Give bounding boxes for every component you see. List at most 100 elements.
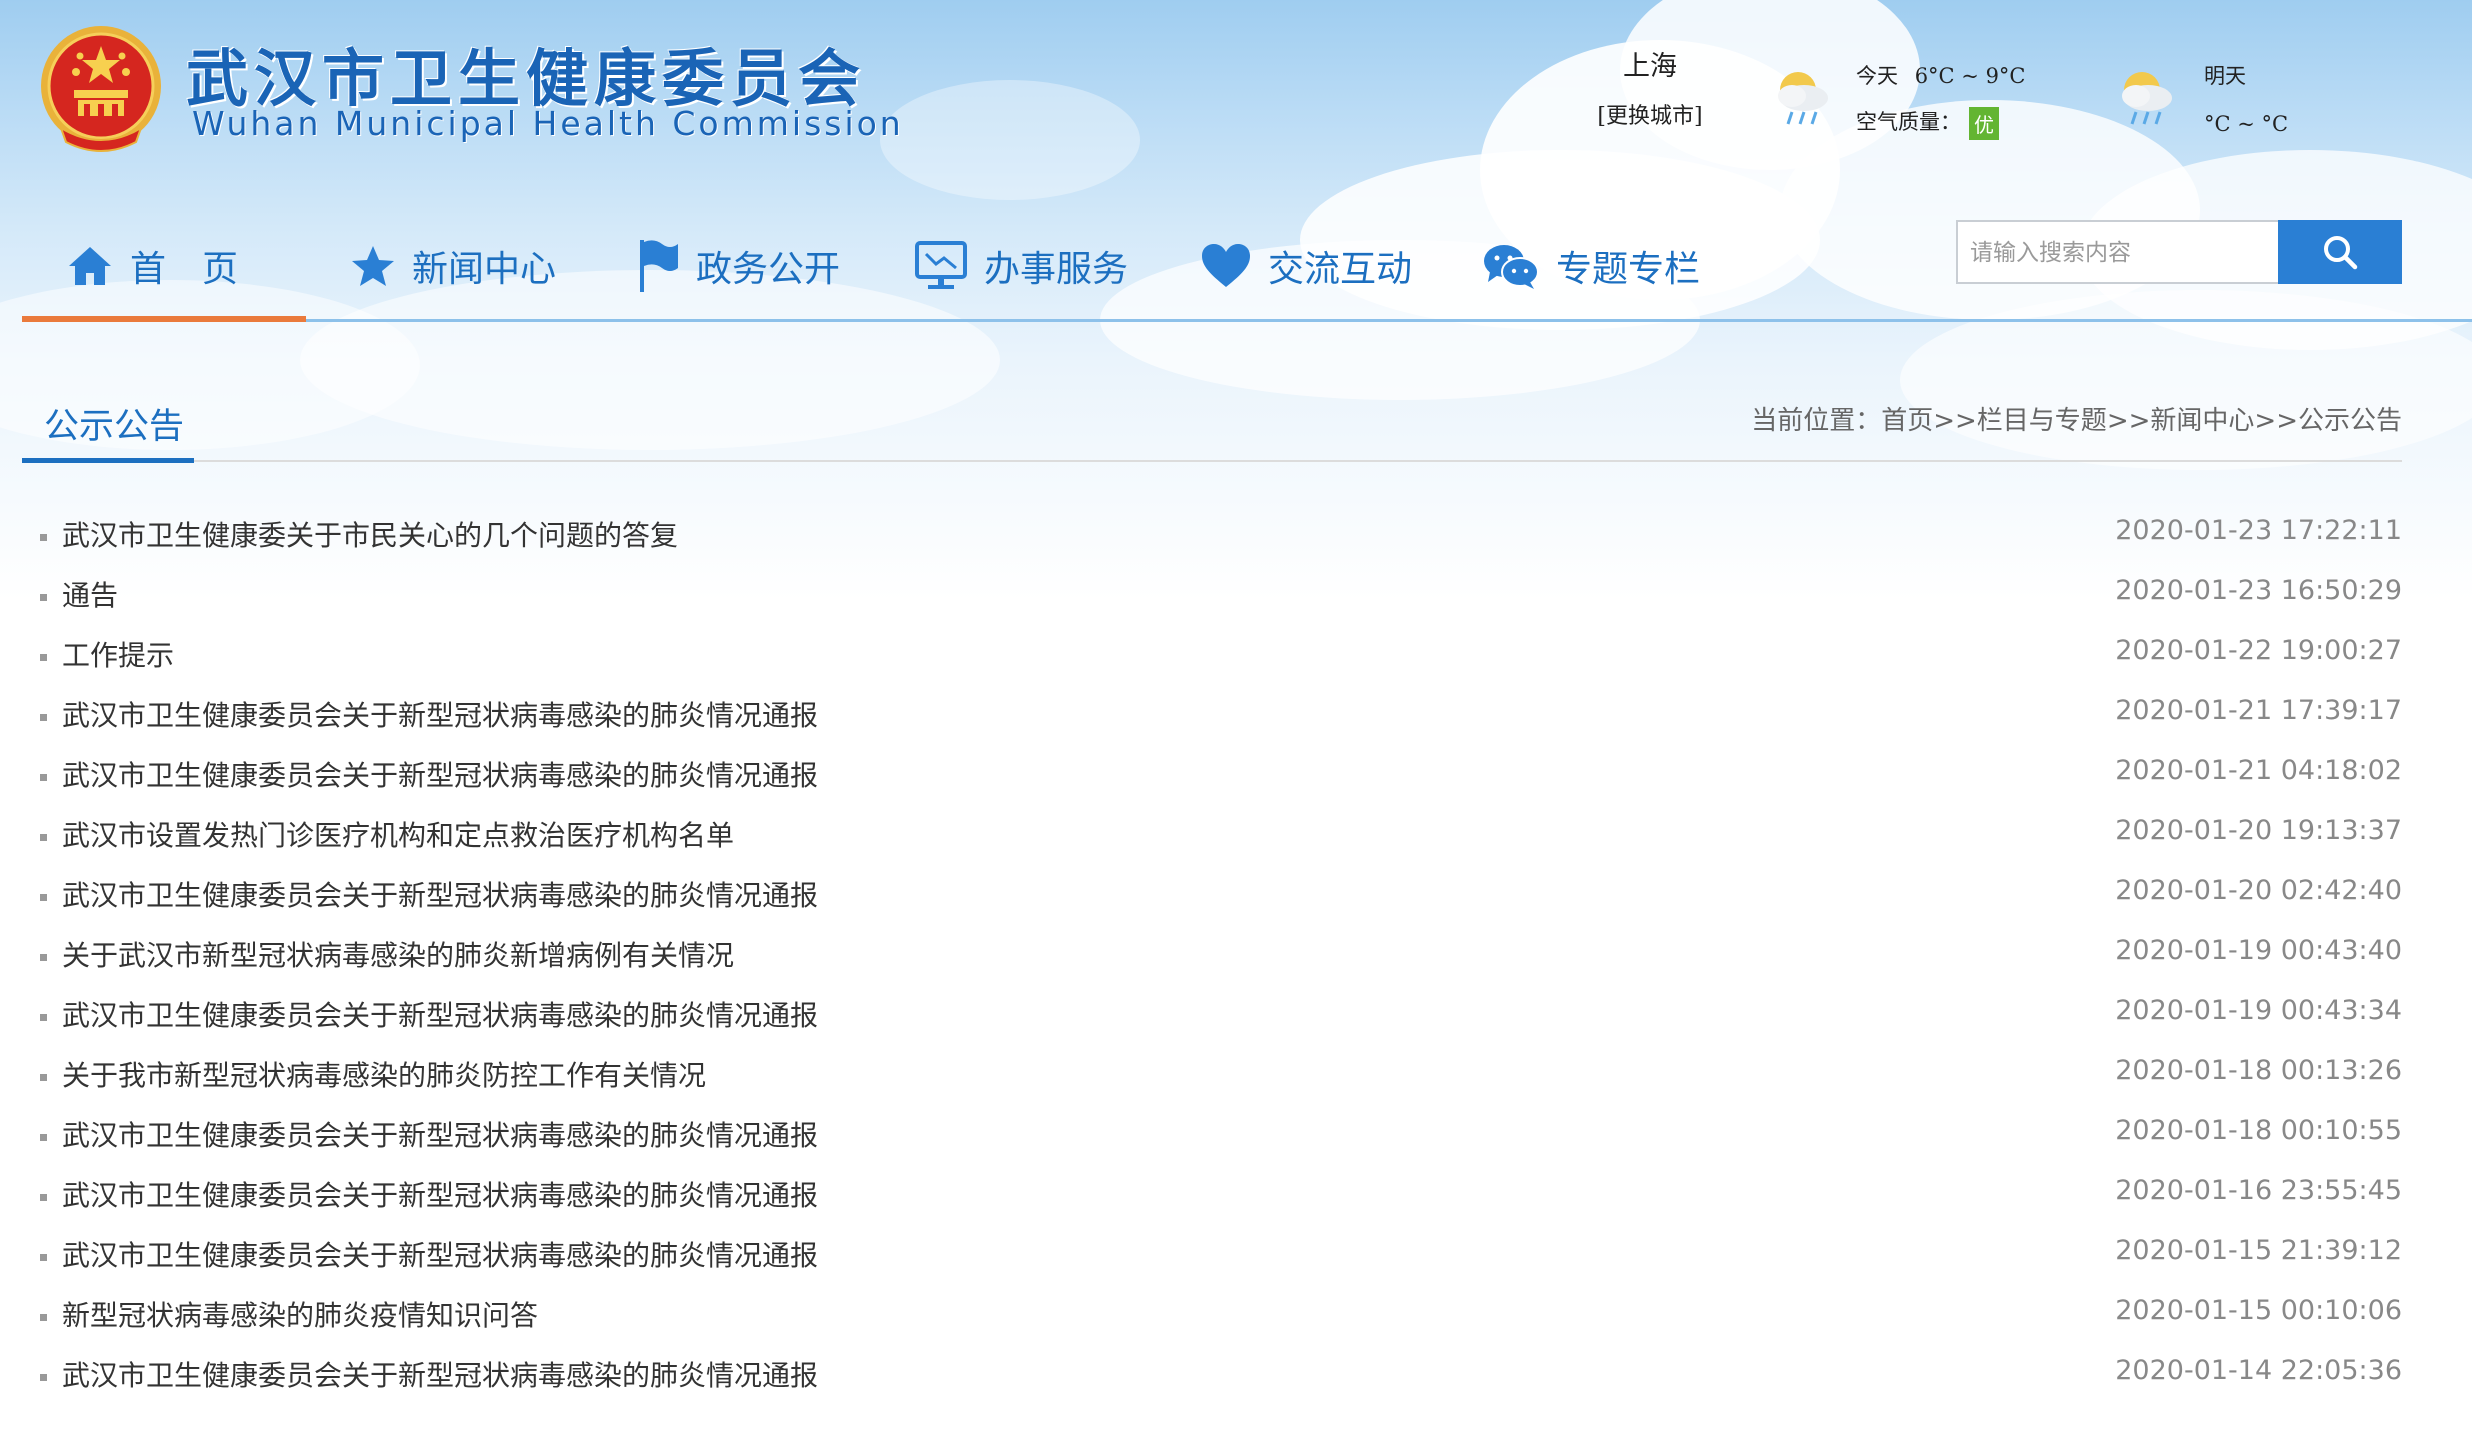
notice-date: 2020-01-23 16:50:29 xyxy=(2115,575,2402,606)
nav-item-label: 新闻中心 xyxy=(412,249,557,290)
bullet xyxy=(40,1134,47,1141)
chat-icon xyxy=(1484,245,1539,289)
page: 武汉市卫生健康委员会 Wuhan Municipal Health Commis… xyxy=(0,0,2472,1440)
home-icon xyxy=(69,247,111,285)
notice-date: 2020-01-19 00:43:40 xyxy=(2115,935,2402,966)
notice-title-link[interactable]: 武汉市卫生健康委员会关于新型冠状病毒感染的肺炎情况通报 xyxy=(62,1114,818,1154)
notice-date: 2020-01-18 00:13:26 xyxy=(2115,1055,2402,1086)
bullet xyxy=(40,954,47,961)
breadcrumb-separator: >> xyxy=(2106,406,2151,436)
notice-title-link[interactable]: 武汉市设置发热门诊医疗机构和定点救治医疗机构名单 xyxy=(62,814,734,854)
notice-date: 2020-01-15 00:10:06 xyxy=(2115,1295,2402,1326)
nav-item-news[interactable]: 新闻中心 xyxy=(350,226,556,306)
list-item: 武汉市设置发热门诊医疗机构和定点救治医疗机构名单 2020-01-20 19:13… xyxy=(0,804,2472,864)
notice-date: 2020-01-21 17:39:17 xyxy=(2115,695,2402,726)
bullet xyxy=(40,654,47,661)
list-item: 武汉市卫生健康委员会关于新型冠状病毒感染的肺炎情况通报 2020-01-16 23… xyxy=(0,1164,2472,1224)
notice-title-link[interactable]: 武汉市卫生健康委员会关于新型冠状病毒感染的肺炎情况通报 xyxy=(62,754,818,794)
list-item: 武汉市卫生健康委员会关于新型冠状病毒感染的肺炎情况通报 2020-01-15 21… xyxy=(0,1224,2472,1284)
weather-tomorrow-temp: °C ~ °C xyxy=(2204,112,2289,136)
heart-icon xyxy=(1202,244,1250,287)
bullet xyxy=(40,1074,47,1081)
bullet xyxy=(40,1194,47,1201)
search-button[interactable] xyxy=(2278,220,2402,284)
bullet xyxy=(40,714,47,721)
bullet xyxy=(40,534,47,541)
list-item: 关于武汉市新型冠状病毒感染的肺炎新增病例有关情况 2020-01-19 00:43… xyxy=(0,924,2472,984)
notice-date: 2020-01-20 02:42:40 xyxy=(2115,875,2402,906)
notice-title-link[interactable]: 通告 xyxy=(62,574,118,614)
breadcrumb-item-notices[interactable]: 公示公告 xyxy=(2298,406,2402,436)
list-item: 武汉市卫生健康委员会关于新型冠状病毒感染的肺炎情况通报 2020-01-19 00… xyxy=(0,984,2472,1044)
air-quality-label: 空气质量： xyxy=(1856,110,1961,134)
notice-title-link[interactable]: 武汉市卫生健康委员会关于新型冠状病毒感染的肺炎情况通报 xyxy=(62,874,818,914)
nav-item-label: 政务公开 xyxy=(696,249,841,290)
notice-date: 2020-01-16 23:55:45 xyxy=(2115,1175,2402,1206)
nav-item-home[interactable]: 首 页 xyxy=(66,226,238,306)
notice-title-link[interactable]: 工作提示 xyxy=(62,634,174,674)
weather-tomorrow-label: 明天 xyxy=(2204,64,2246,88)
nav-item-topics[interactable]: 专题专栏 xyxy=(1482,226,1700,306)
notice-title-link[interactable]: 关于我市新型冠状病毒感染的肺炎防控工作有关情况 xyxy=(62,1054,706,1094)
notice-date: 2020-01-15 21:39:12 xyxy=(2115,1235,2402,1266)
star-icon xyxy=(352,246,394,286)
bullet xyxy=(40,894,47,901)
notice-date: 2020-01-19 00:43:34 xyxy=(2115,995,2402,1026)
notice-date: 2020-01-23 17:22:11 xyxy=(2115,515,2402,546)
notice-date: 2020-01-21 04:18:02 xyxy=(2115,755,2402,786)
notice-title-link[interactable]: 武汉市卫生健康委员会关于新型冠状病毒感染的肺炎情况通报 xyxy=(62,1174,818,1214)
weather-rain-icon xyxy=(1778,72,1828,125)
nav-item-label: 首 页 xyxy=(130,249,239,290)
bullet xyxy=(40,1314,47,1321)
nav-item-label: 专题专栏 xyxy=(1556,249,1701,290)
nav-item-interaction[interactable]: 交流互动 xyxy=(1200,226,1412,306)
notice-title-link[interactable]: 新型冠状病毒感染的肺炎疫情知识问答 xyxy=(62,1294,538,1334)
notice-title-link[interactable]: 武汉市卫生健康委员会关于新型冠状病毒感染的肺炎情况通报 xyxy=(62,994,818,1034)
breadcrumb-separator: >> xyxy=(2254,406,2298,436)
breadcrumb-item-topics[interactable]: 栏目与专题 xyxy=(1977,406,2107,436)
notice-date: 2020-01-18 00:10:55 xyxy=(2115,1115,2402,1146)
bullet xyxy=(40,1374,47,1381)
notice-title-link[interactable]: 武汉市卫生健康委关于市民关心的几个问题的答复 xyxy=(62,514,678,554)
search-icon xyxy=(2324,236,2358,270)
list-item: 武汉市卫生健康委员会关于新型冠状病毒感染的肺炎情况通报 2020-01-21 04… xyxy=(0,744,2472,804)
section-title: 公示公告 xyxy=(44,407,185,447)
nav-item-gov-affairs[interactable]: 政务公开 xyxy=(636,226,840,306)
nav-item-label: 交流互动 xyxy=(1268,249,1413,290)
list-item: 通告 2020-01-23 16:50:29 xyxy=(0,564,2472,624)
bullet xyxy=(40,834,47,841)
nav-active-indicator xyxy=(22,316,306,322)
weather-today-label: 今天 xyxy=(1856,64,1898,88)
nav-item-services[interactable]: 办事服务 xyxy=(914,226,1128,306)
breadcrumb-item-news[interactable]: 新闻中心 xyxy=(2150,406,2254,436)
list-item: 工作提示 2020-01-22 19:00:27 xyxy=(0,624,2472,684)
nav-divider xyxy=(22,319,2472,322)
monitor-icon xyxy=(915,241,967,289)
bullet xyxy=(40,774,47,781)
notice-title-link[interactable]: 武汉市卫生健康委员会关于新型冠状病毒感染的肺炎情况通报 xyxy=(62,1234,818,1274)
notice-title-link[interactable]: 武汉市卫生健康委员会关于新型冠状病毒感染的肺炎情况通报 xyxy=(62,694,818,734)
notice-title-link[interactable]: 武汉市卫生健康委员会关于新型冠状病毒感染的肺炎情况通报 xyxy=(62,1354,818,1394)
flag-icon xyxy=(640,240,678,292)
list-item: 武汉市卫生健康委员会关于新型冠状病毒感染的肺炎情况通报 2020-01-21 17… xyxy=(0,684,2472,744)
bullet xyxy=(40,1254,47,1261)
breadcrumb-item-home[interactable]: 首页 xyxy=(1881,406,1933,436)
section-title-underline xyxy=(22,458,194,463)
site-subtitle: Wuhan Municipal Health Commission xyxy=(192,104,904,143)
air-quality-badge: 优 xyxy=(1969,107,1999,140)
section-divider xyxy=(22,460,2402,462)
list-item: 新型冠状病毒感染的肺炎疫情知识问答 2020-01-15 00:10:06 xyxy=(0,1284,2472,1344)
air-quality: 空气质量： 优 xyxy=(1856,106,1999,140)
change-city-link[interactable]: [更换城市] xyxy=(1588,98,1712,130)
list-item: 关于我市新型冠状病毒感染的肺炎防控工作有关情况 2020-01-18 00:13:… xyxy=(0,1044,2472,1104)
bullet xyxy=(40,1014,47,1021)
notice-date: 2020-01-20 19:13:37 xyxy=(2115,815,2402,846)
nav-item-label: 办事服务 xyxy=(984,249,1129,290)
weather-today-temp: 6°C ~ 9°C xyxy=(1914,64,2026,88)
search-input[interactable] xyxy=(1956,220,2280,284)
list-item: 武汉市卫生健康委员会关于新型冠状病毒感染的肺炎情况通报 2020-01-18 00… xyxy=(0,1104,2472,1164)
weather-city: 上海 xyxy=(1623,51,1677,82)
weather-today: 今天 6°C ~ 9°C xyxy=(1856,60,2026,90)
breadcrumb-separator: >> xyxy=(1933,406,1977,436)
notice-title-link[interactable]: 关于武汉市新型冠状病毒感染的肺炎新增病例有关情况 xyxy=(62,934,734,974)
